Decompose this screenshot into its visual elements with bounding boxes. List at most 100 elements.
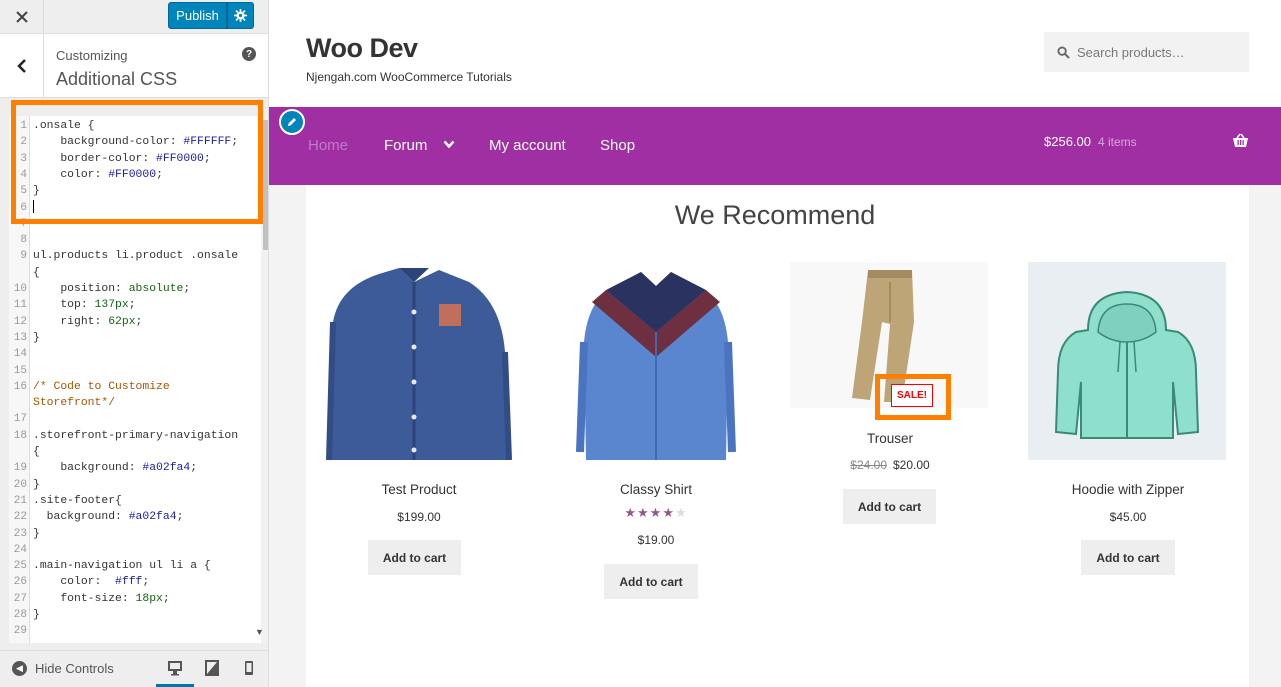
product-price: $19.00 <box>637 533 675 547</box>
code-text: right: 62px; <box>33 315 143 328</box>
product-image-hoodie[interactable] <box>1028 262 1226 460</box>
editor-scroll-thumb[interactable] <box>263 120 268 250</box>
nav-item-forum[interactable]: Forum <box>384 137 427 154</box>
code-text: } <box>33 331 40 344</box>
code-text: background: #a02fa4; <box>33 462 198 475</box>
line-number: 25 <box>13 560 27 573</box>
code-text: } <box>33 478 40 491</box>
star-icon: ★ <box>624 505 638 520</box>
mobile-preview-icon[interactable] <box>241 660 257 676</box>
search-icon <box>1057 45 1070 59</box>
highlight-box-code <box>11 100 263 224</box>
add-to-cart-button[interactable]: Add to cart <box>368 540 461 575</box>
tablet-preview-icon[interactable] <box>204 660 220 676</box>
code-text: Storefront*/ <box>33 397 116 410</box>
line-number: 9 <box>20 250 27 263</box>
cart-count[interactable]: 4 items <box>1098 135 1137 149</box>
section-heading: We Recommend <box>674 200 876 230</box>
code-text: /* Code to Customize <box>33 380 170 393</box>
search-placeholder: Search products… <box>1077 44 1185 60</box>
basket-icon[interactable] <box>1232 133 1249 148</box>
product-price: $45.00 <box>1109 510 1147 524</box>
line-number: 10 <box>13 283 27 295</box>
product-old-price: $24.00 <box>850 458 887 472</box>
line-number: 22 <box>13 511 27 524</box>
customizer-panel: Publish Customizing Additional CSS ? 1 .… <box>0 0 269 687</box>
product-name[interactable]: Classy Shirt <box>556 482 756 497</box>
chevron-down-icon[interactable] <box>443 140 455 149</box>
scroll-down-arrow-icon[interactable]: ▼ <box>255 627 264 637</box>
nav-item-home[interactable]: Home <box>308 137 348 154</box>
product-name[interactable]: Trouser <box>790 431 990 446</box>
code-text: { <box>33 446 40 458</box>
customizer-header: Publish <box>0 0 268 34</box>
code-text: font-size: 18px; <box>33 592 170 605</box>
nav-item-shop[interactable]: Shop <box>600 137 635 154</box>
product-price: $24.00 $20.00 <box>790 458 990 472</box>
line-number: 15 <box>13 364 27 377</box>
product-rating: ★★★★★ <box>556 505 756 521</box>
page-margin-left <box>269 185 306 687</box>
section-header: Customizing Additional CSS ? <box>0 34 268 98</box>
line-number: 27 <box>13 592 27 605</box>
collapse-icon: ◀ <box>12 661 27 676</box>
publish-settings-button[interactable] <box>227 2 254 29</box>
cart-amount[interactable]: $256.00 <box>1044 134 1091 149</box>
hide-controls-label: Hide Controls <box>35 661 114 676</box>
code-text: .site-footer{ <box>33 494 122 507</box>
line-number: 28 <box>13 609 27 621</box>
help-icon[interactable]: ? <box>242 47 256 61</box>
edit-shortcut-button[interactable] <box>279 109 305 135</box>
site-title[interactable]: Woo Dev <box>306 33 418 64</box>
close-icon <box>15 10 28 23</box>
line-number: 29 <box>13 625 27 638</box>
line-number: 8 <box>20 234 27 247</box>
code-text: position: absolute; <box>33 283 191 295</box>
code-text: } <box>33 527 40 540</box>
code-text: background: #a02fa4; <box>33 511 184 524</box>
nav-item-my-account[interactable]: My account <box>489 137 566 154</box>
code-text: .storefront-primary-navigation <box>33 429 239 442</box>
site-preview: Woo Dev Njengah.com WooCommerce Tutorial… <box>269 0 1281 687</box>
line-number: 17 <box>13 413 27 426</box>
product-name[interactable]: Test Product <box>319 482 519 497</box>
line-number: 24 <box>13 543 27 556</box>
close-button[interactable] <box>0 0 44 33</box>
add-to-cart-button[interactable]: Add to cart <box>843 489 936 524</box>
highlight-box-sale <box>875 374 951 420</box>
back-button[interactable] <box>0 34 44 98</box>
product-image-blue-shirt[interactable] <box>319 262 517 460</box>
hide-controls-button[interactable]: ◀ Hide Controls <box>12 661 114 676</box>
product-name[interactable]: Hoodie with Zipper <box>1028 482 1228 497</box>
section-title: Additional CSS <box>56 69 178 89</box>
code-text: { <box>33 266 40 279</box>
code-text: } <box>33 609 40 621</box>
line-number: 23 <box>13 527 27 540</box>
pencil-icon <box>288 118 296 126</box>
publish-button[interactable]: Publish <box>168 2 227 29</box>
line-number: 21 <box>13 494 27 507</box>
code-text: top: 137px; <box>33 299 136 312</box>
line-number: 13 <box>13 331 27 344</box>
product-image-classy-shirt[interactable] <box>556 262 754 460</box>
star-icon: ★ <box>649 505 663 520</box>
add-to-cart-button[interactable]: Add to cart <box>1081 540 1175 575</box>
product-price: $199.00 <box>397 510 441 524</box>
product-sale-price: $20.00 <box>893 458 930 472</box>
star-empty-icon: ★ <box>674 505 688 520</box>
site-tagline: Njengah.com WooCommerce Tutorials <box>306 70 512 84</box>
desktop-preview-icon[interactable] <box>167 660 183 676</box>
chevron-left-icon <box>16 59 26 73</box>
customizer-footer: ◀ Hide Controls <box>0 650 268 687</box>
line-number: 18 <box>13 429 27 442</box>
code-text: .main-navigation ul li a { <box>33 560 211 573</box>
line-number: 14 <box>13 348 27 361</box>
line-number: 26 <box>13 576 27 589</box>
star-icon: ★ <box>637 505 650 520</box>
page-margin-right <box>1249 185 1281 687</box>
line-number: 12 <box>13 315 27 328</box>
product-search-input[interactable]: Search products… <box>1044 32 1249 72</box>
add-to-cart-button[interactable]: Add to cart <box>604 564 698 599</box>
line-number: 19 <box>13 462 27 475</box>
line-number: 11 <box>13 299 27 312</box>
